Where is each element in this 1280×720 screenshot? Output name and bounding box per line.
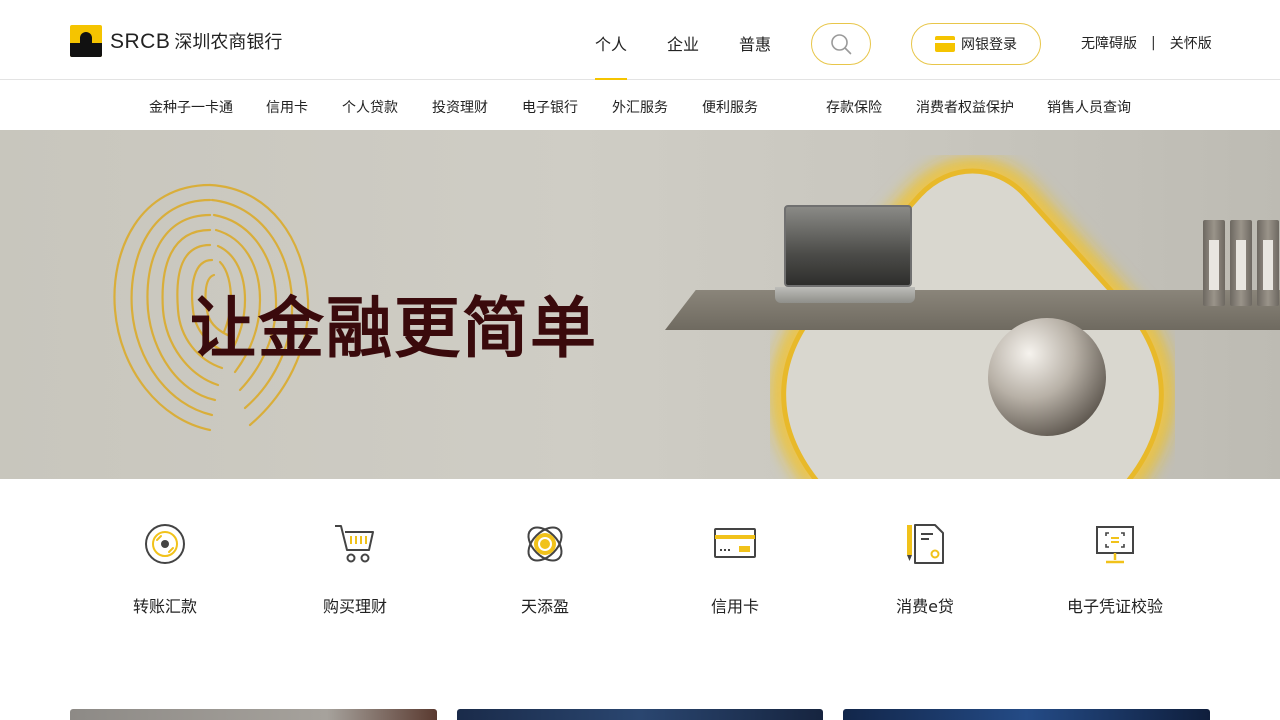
service-label: 购买理财: [322, 597, 387, 616]
link-separator: |: [1151, 35, 1156, 51]
binder-graphic: [1203, 220, 1225, 306]
sub-nav-sales-staff[interactable]: 销售人员查询: [1047, 97, 1131, 117]
search-icon: [831, 34, 852, 55]
accessible-version-link[interactable]: 无障碍版: [1081, 33, 1137, 53]
nav-enterprise[interactable]: 企业: [667, 0, 699, 80]
credit-card-icon: [714, 528, 756, 558]
sub-nav-consumer-rights[interactable]: 消费者权益保护: [916, 97, 1014, 117]
logo-cn: 深圳农商银行: [174, 32, 283, 52]
sub-nav: 金种子一卡通 信用卡 个人贷款 投资理财 电子银行 外汇服务 便利服务 存款保险…: [0, 80, 1280, 130]
promo-card[interactable]: [70, 709, 437, 720]
sub-nav-card[interactable]: 金种子一卡通: [149, 97, 233, 117]
sub-nav-convenience[interactable]: 便利服务: [702, 97, 758, 117]
service-label: 消费e贷: [896, 597, 954, 616]
promo-card[interactable]: [843, 709, 1210, 720]
sub-nav-forex[interactable]: 外汇服务: [612, 97, 668, 117]
promo-card[interactable]: [457, 709, 823, 720]
service-transfer[interactable]: 转账汇款: [70, 500, 260, 617]
search-button[interactable]: [811, 23, 871, 65]
service-label: 电子凭证校验: [1066, 597, 1163, 616]
screen-verify-icon: [1096, 526, 1134, 564]
cart-icon: [335, 525, 374, 563]
srcb-logo[interactable]: SRCB 深圳农商银行: [70, 25, 282, 57]
quick-services: 转账汇款 购买理财 天添盈 信用卡 消费e贷 电子凭证校验: [70, 500, 1210, 630]
service-buy-wealth[interactable]: 购买理财: [260, 500, 450, 617]
login-label: 网银登录: [961, 37, 1017, 53]
care-version-link[interactable]: 关怀版: [1170, 33, 1212, 53]
sub-nav-investment[interactable]: 投资理财: [432, 97, 488, 117]
service-label: 天添盈: [520, 597, 569, 616]
main-nav: 个人 企业 普惠: [595, 0, 811, 80]
logo-mark-icon: [70, 25, 102, 57]
service-e-voucher-verify[interactable]: 电子凭证校验: [1020, 500, 1210, 617]
logo-en: SRCB: [110, 30, 171, 53]
loan-document-icon: [907, 524, 944, 564]
sub-nav-ebanking[interactable]: 电子银行: [522, 97, 578, 117]
binder-graphic: [1257, 220, 1279, 306]
nav-personal[interactable]: 个人: [595, 0, 628, 80]
sphere-graphic: [988, 318, 1106, 436]
logo-text: SRCB 深圳农商银行: [110, 28, 282, 54]
coin-orbit-icon: [527, 526, 563, 562]
sub-nav-personal-loan[interactable]: 个人贷款: [342, 97, 398, 117]
banner-headline: 让金融更简单: [190, 290, 598, 367]
service-consumer-loan[interactable]: 消费e贷: [830, 500, 1020, 617]
shelf-graphic: [665, 290, 1280, 330]
service-credit-card[interactable]: 信用卡: [640, 500, 830, 617]
transfer-icon: [145, 524, 185, 564]
sub-nav-credit-card[interactable]: 信用卡: [266, 97, 308, 117]
laptop-graphic: [775, 205, 915, 305]
bank-card-icon: [935, 36, 955, 52]
site-header: SRCB 深圳农商银行 个人 企业 普惠 网银登录 无障碍版 | 关怀版: [0, 0, 1280, 80]
accessibility-links: 无障碍版 | 关怀版: [1081, 33, 1212, 53]
ebank-login-button[interactable]: 网银登录: [911, 23, 1041, 65]
hero-banner[interactable]: 让金融更简单: [0, 130, 1280, 479]
binder-graphic: [1230, 220, 1252, 306]
service-tiantianying[interactable]: 天添盈: [450, 500, 640, 617]
service-label: 信用卡: [710, 597, 759, 616]
sub-nav-deposit-insurance[interactable]: 存款保险: [826, 97, 882, 117]
service-label: 转账汇款: [132, 597, 197, 616]
nav-inclusive[interactable]: 普惠: [739, 0, 771, 80]
